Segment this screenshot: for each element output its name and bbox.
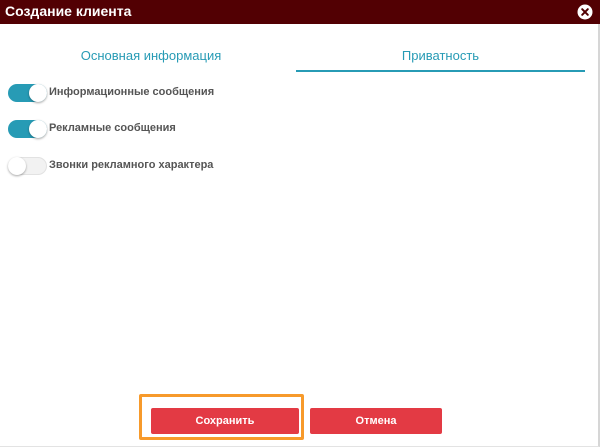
ad-calls-label: Звонки рекламного характера bbox=[49, 159, 214, 171]
toggle-knob bbox=[8, 157, 26, 175]
info-messages-toggle[interactable] bbox=[8, 84, 47, 102]
toggle-knob bbox=[29, 120, 47, 138]
active-tab-indicator bbox=[296, 70, 585, 72]
ad-calls-toggle[interactable] bbox=[8, 157, 47, 175]
save-button[interactable]: Сохранить bbox=[151, 408, 299, 434]
tab-privacy[interactable]: Приватность bbox=[296, 48, 585, 63]
ad-messages-toggle[interactable] bbox=[8, 120, 47, 138]
dialog-titlebar: Создание клиента bbox=[0, 0, 600, 24]
info-messages-label: Информационные сообщения bbox=[49, 86, 215, 98]
tab-basic-info[interactable]: Основная информация bbox=[12, 48, 290, 63]
close-icon[interactable] bbox=[577, 4, 593, 20]
ad-messages-label: Рекламные сообщения bbox=[49, 122, 176, 134]
create-client-dialog: Создание клиента Основная информация При… bbox=[0, 0, 600, 447]
cancel-button[interactable]: Отмена bbox=[310, 408, 442, 434]
toggle-knob bbox=[29, 84, 47, 102]
dialog-title: Создание клиента bbox=[5, 3, 132, 19]
